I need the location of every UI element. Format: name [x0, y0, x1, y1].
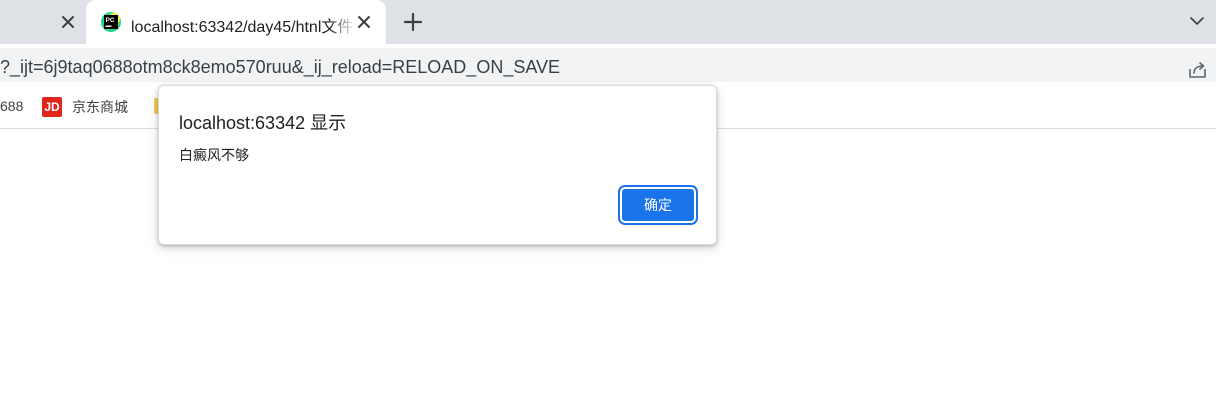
jd-logo-icon: JD [42, 97, 62, 117]
toolbar: l?_ijt=6j9taq0688otm8ck8emo570ruu&_ij_re… [0, 44, 1216, 86]
dialog-title: localhost:63342 显示 [179, 113, 347, 133]
previous-tab-close-icon[interactable] [56, 10, 80, 34]
tab-strip: PC localhost:63342/day45/htnl文件 [0, 0, 1216, 44]
tab-title: localhost:63342/day45/htnl文件 [131, 19, 354, 36]
tab-search-chevron-down-icon[interactable] [1184, 8, 1210, 34]
dialog-ok-button[interactable]: 确定 [618, 185, 698, 225]
bookmark-jd-label: 京东商城 [72, 99, 128, 115]
alert-dialog: localhost:63342 显示 白癜风不够 确定 [158, 85, 717, 245]
svg-text:PC: PC [106, 17, 115, 24]
share-icon[interactable] [1186, 58, 1210, 82]
tab-close-icon[interactable] [352, 10, 376, 34]
bookmark-partial-label[interactable]: 688 [0, 98, 23, 114]
dialog-message: 白癜风不够 [179, 147, 249, 163]
bookmark-jd[interactable]: JD 京东商城 [42, 95, 128, 119]
url-text[interactable]: l?_ijt=6j9taq0688otm8ck8emo570ruu&_ij_re… [0, 57, 560, 78]
active-tab[interactable]: PC localhost:63342/day45/htnl文件 [86, 0, 386, 44]
new-tab-plus-icon[interactable] [399, 8, 427, 36]
address-bar[interactable]: l?_ijt=6j9taq0688otm8ck8emo570ruu&_ij_re… [0, 48, 1216, 82]
pycharm-icon: PC [100, 11, 122, 33]
